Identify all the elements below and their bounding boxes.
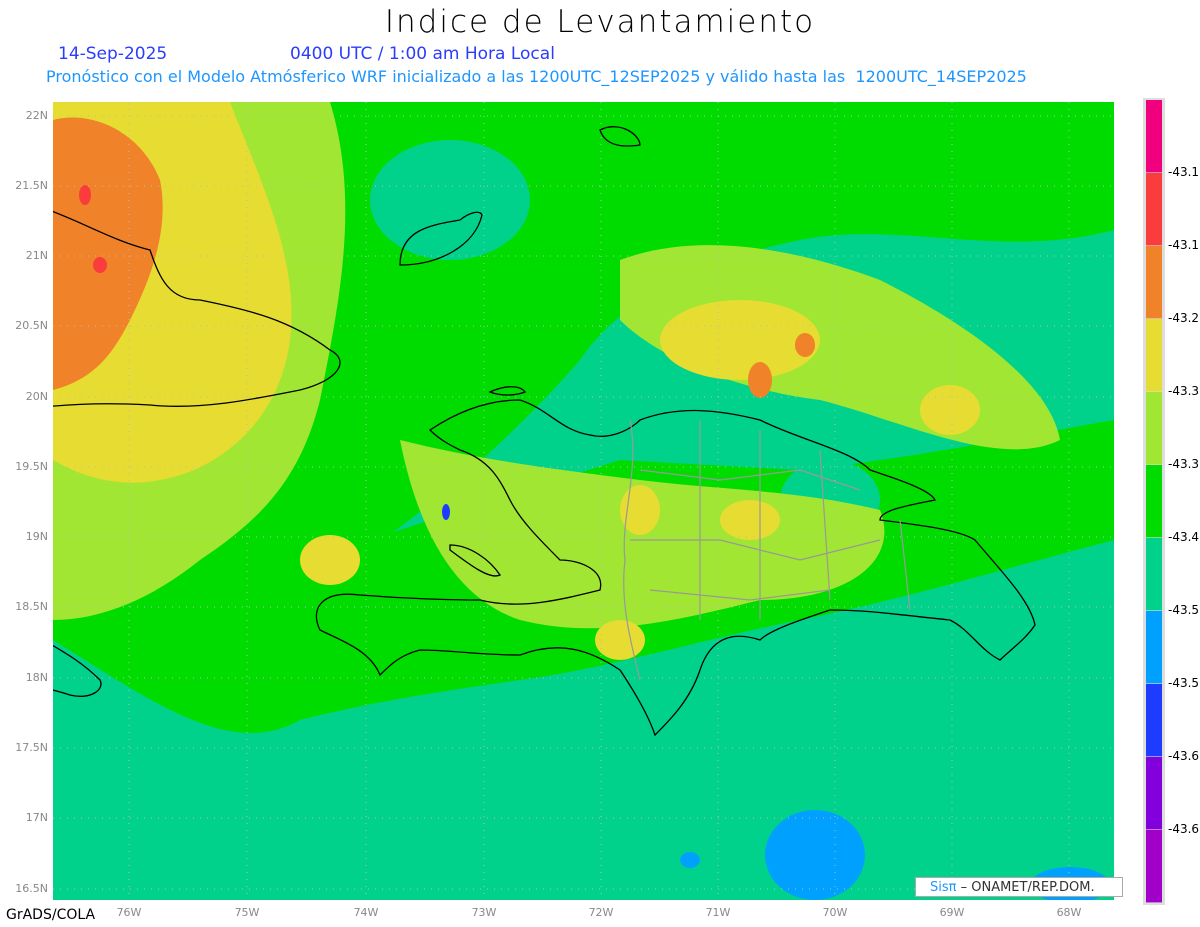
- colorbar-label: -43.1: [1168, 165, 1200, 179]
- lon-label: 73W: [471, 906, 497, 919]
- lat-label: 17N: [25, 811, 48, 824]
- colorbar-label: -43.3: [1168, 457, 1200, 471]
- colorbar-segment: [1146, 538, 1162, 611]
- lon-label: 68W: [1056, 906, 1082, 919]
- lon-label: 72W: [588, 906, 614, 919]
- lon-label: 75W: [234, 906, 260, 919]
- colorbar-segment: [1146, 465, 1162, 538]
- lat-label: 19N: [25, 530, 48, 543]
- forecast-description: Pronóstico con el Modelo Atmósferico WRF…: [46, 67, 1027, 86]
- lat-label: 20N: [25, 390, 48, 403]
- colorbar-segment: [1146, 173, 1162, 246]
- colorbar-label: -43.5: [1168, 676, 1200, 690]
- lon-label: 69W: [939, 906, 965, 919]
- lat-label: 19.5N: [15, 460, 48, 473]
- map-field: [53, 102, 1114, 900]
- forecast-date: 14-Sep-2025: [58, 44, 168, 64]
- lat-label: 21.5N: [15, 179, 48, 192]
- colorbar-label: -43.2: [1168, 311, 1200, 325]
- colorbar-label: -43.6: [1168, 749, 1200, 763]
- lon-label: 76W: [116, 906, 142, 919]
- lat-label: 22N: [25, 109, 48, 122]
- colorbar: [1143, 98, 1165, 905]
- lon-label: 70W: [822, 906, 848, 919]
- lon-label: 74W: [353, 906, 379, 919]
- footer-grads: GrADS/COLA: [6, 907, 96, 923]
- lat-label: 18N: [25, 671, 48, 684]
- colorbar-segment: [1146, 246, 1162, 319]
- lat-label: 21N: [25, 249, 48, 262]
- credit-box: Sisπ – ONAMET/REP.DOM.: [915, 877, 1123, 897]
- lat-label: 16.5N: [15, 882, 48, 895]
- colorbar-label: -43.5: [1168, 603, 1200, 617]
- sispi-logo: Sisπ: [930, 880, 957, 895]
- lon-label: 71W: [705, 906, 731, 919]
- colorbar-segment: [1146, 684, 1162, 757]
- colorbar-segment: [1146, 319, 1162, 392]
- forecast-time: 0400 UTC / 1:00 am Hora Local: [290, 44, 555, 64]
- lifted-index-map: [53, 98, 1165, 905]
- map-title: Indice de Levantamiento: [384, 4, 816, 40]
- colorbar-segment: [1146, 830, 1162, 903]
- colorbar-label: -43.3: [1168, 384, 1200, 398]
- colorbar-segment: [1146, 392, 1162, 465]
- lat-label: 17.5N: [15, 741, 48, 754]
- colorbar-segment: [1146, 611, 1162, 684]
- lat-label: 20.5N: [15, 319, 48, 332]
- colorbar-segment: [1146, 757, 1162, 830]
- lat-label: 18.5N: [15, 600, 48, 613]
- colorbar-label: -43.1: [1168, 238, 1200, 252]
- colorbar-segment: [1146, 100, 1162, 173]
- colorbar-label: -43.4: [1168, 530, 1200, 544]
- colorbar-label: -43.6: [1168, 822, 1200, 836]
- credit-text: – ONAMET/REP.DOM.: [956, 880, 1095, 895]
